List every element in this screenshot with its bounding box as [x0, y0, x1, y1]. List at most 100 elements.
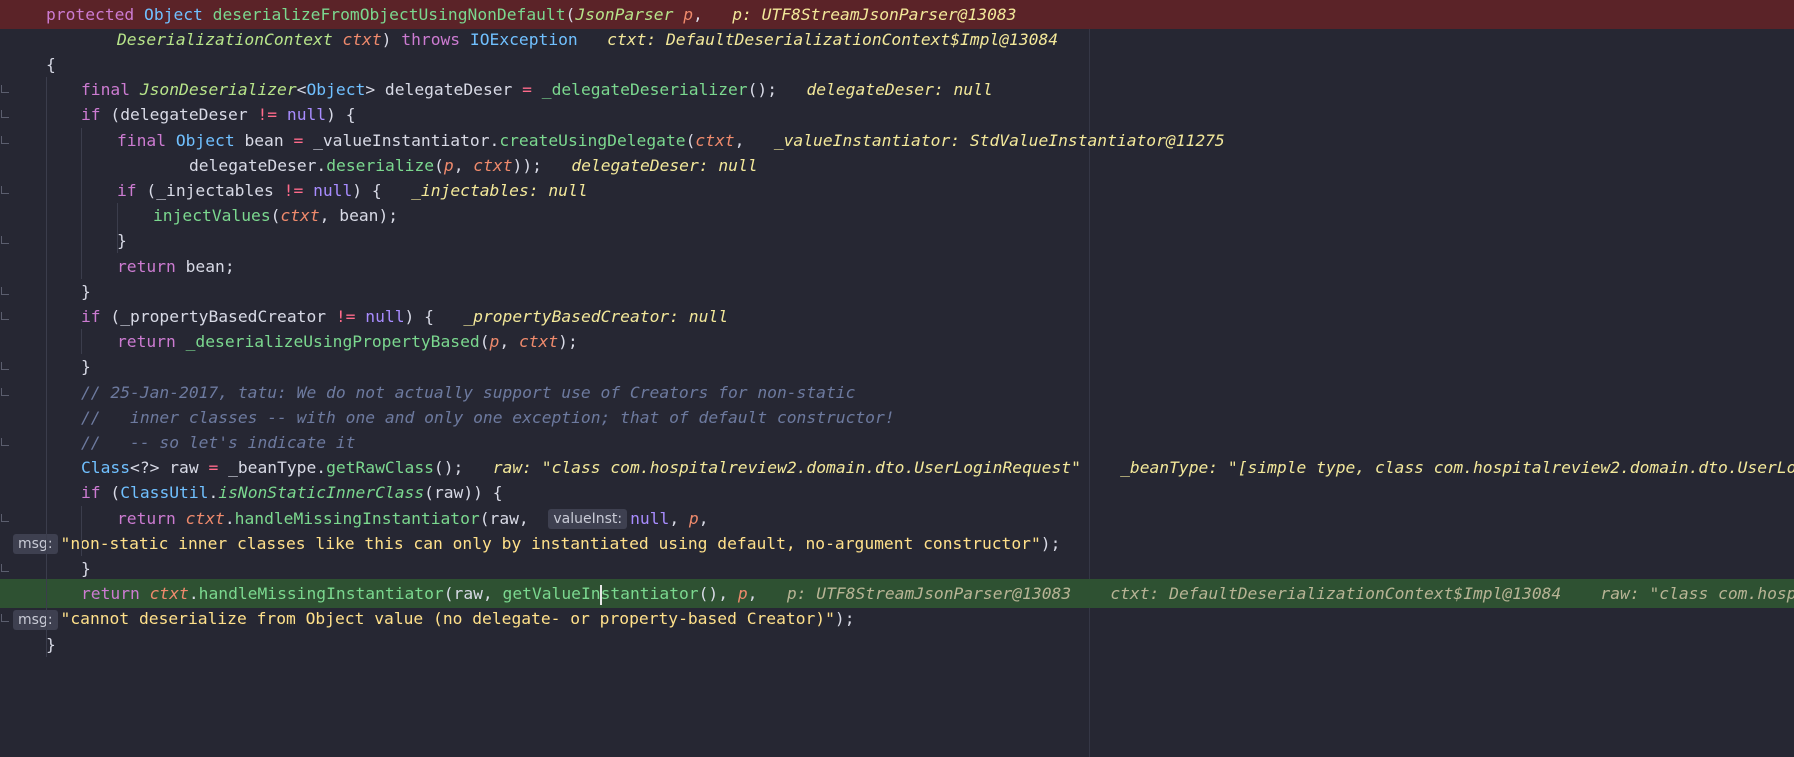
inline-debug-value: delegateDeser: null	[571, 155, 758, 175]
fold-marker-icon[interactable]	[1, 387, 9, 396]
code-token: _beanType.	[228, 458, 327, 478]
code-token: IOException	[469, 29, 578, 49]
code-token: Object	[144, 4, 213, 24]
inline-debug-value: p: UTF8StreamJsonParser@13083	[732, 4, 1017, 24]
code-token: !=	[283, 180, 314, 200]
code-token: ctxt	[185, 508, 225, 528]
code-token: (raw)) {	[424, 483, 503, 503]
code-token: stantiator	[600, 584, 699, 604]
code-token: ,	[499, 332, 519, 352]
code-token: if	[81, 483, 111, 503]
code-token: _delegateDeserializer	[541, 80, 748, 100]
inline-debug-value: raw: "class com.hospitalreview2.domain.d…	[492, 458, 1794, 478]
code-token: .	[224, 508, 235, 528]
code-token: ,	[734, 130, 774, 150]
code-token: bean	[244, 130, 294, 150]
code-token: p	[489, 332, 500, 352]
code-token: }	[81, 357, 91, 377]
code-token: getRawClass	[326, 458, 434, 478]
code-token: =	[208, 458, 229, 478]
code-token: Object	[175, 130, 245, 150]
code-token: (_injectables	[146, 180, 284, 200]
parameter-hint: valueInst:	[548, 509, 628, 529]
parameter-hint: msg:	[13, 534, 58, 555]
code-token: DeserializationContext	[117, 29, 343, 49]
fold-marker-icon[interactable]	[1, 311, 9, 320]
code-token: !=	[257, 105, 287, 125]
code-token: ));	[512, 155, 572, 175]
fold-marker-icon[interactable]	[1, 362, 9, 371]
code-token: deserializeFromObjectUsingNonDefault	[212, 4, 566, 24]
inline-debug-value: _valueInstantiator: StdValueInstantiator…	[773, 130, 1225, 150]
code-comment: // -- so let's indicate it	[81, 432, 356, 452]
fold-marker-icon[interactable]	[1, 437, 9, 446]
code-token: delegateDeser	[384, 80, 523, 100]
fold-marker-icon[interactable]	[1, 236, 9, 245]
indent-guide	[117, 203, 118, 254]
code-token: (	[270, 206, 281, 226]
code-token: handleMissingInstantiator	[234, 508, 480, 528]
code-token: createUsingDelegate	[499, 130, 686, 150]
fold-marker-icon[interactable]	[1, 614, 9, 623]
code-token: final	[117, 130, 176, 150]
fold-marker-icon[interactable]	[1, 563, 9, 572]
code-token: ,	[669, 508, 689, 528]
code-token: ctxt	[342, 29, 382, 49]
code-token: <	[296, 80, 307, 100]
indent-guide	[81, 329, 82, 355]
indent-guide	[81, 505, 82, 556]
code-token: ,	[698, 508, 709, 528]
code-token: null	[286, 105, 327, 125]
code-line[interactable]: }	[0, 630, 1794, 659]
code-token: ,	[453, 155, 474, 175]
code-token: final	[81, 80, 140, 100]
code-token: if	[81, 105, 111, 125]
code-token: )	[381, 29, 402, 49]
code-token: ctxt	[473, 155, 513, 175]
code-token: );	[834, 609, 855, 629]
code-token: !=	[335, 306, 366, 326]
code-token: (	[110, 483, 121, 503]
code-token: Object	[306, 80, 366, 100]
code-token: ctxt	[280, 206, 320, 226]
code-token: (raw,	[479, 508, 549, 528]
code-token: handleMissingInstantiator	[198, 584, 444, 604]
code-comment: // 25-Jan-2017, tatu: We do not actually…	[81, 382, 856, 402]
code-token: {	[46, 54, 56, 74]
code-token: return	[117, 332, 186, 352]
code-token: .	[188, 584, 199, 604]
code-token: JsonParser	[575, 4, 684, 24]
code-token: ClassUtil	[120, 483, 209, 503]
code-token: isNonStaticInnerClass	[218, 483, 425, 503]
fold-marker-icon[interactable]	[1, 286, 9, 295]
code-token: );	[1040, 533, 1061, 553]
code-token: (	[685, 130, 696, 150]
code-token: =	[522, 80, 542, 100]
fold-marker-icon[interactable]	[1, 110, 9, 119]
code-token: ctxt	[149, 584, 189, 604]
code-token: throws	[401, 29, 470, 49]
inline-debug-value: delegateDeser: null	[806, 80, 993, 100]
code-token: JsonDeserializer	[139, 80, 297, 100]
code-token: ();	[433, 458, 493, 478]
fold-marker-icon[interactable]	[1, 135, 9, 144]
code-token: ,	[747, 584, 787, 604]
code-token: null	[630, 508, 670, 528]
code-token: }	[46, 634, 56, 654]
code-token: if	[117, 180, 147, 200]
code-token: ) {	[404, 306, 464, 326]
code-token: (raw,	[443, 584, 503, 604]
indent-guide	[46, 77, 47, 657]
fold-marker-icon[interactable]	[1, 85, 9, 94]
code-token: delegateDeser.	[189, 155, 327, 175]
code-token: _deserializeUsingPropertyBased	[185, 332, 480, 352]
indent-guide	[81, 127, 82, 279]
code-token: null	[365, 306, 405, 326]
code-token: deserialize	[326, 155, 435, 175]
code-token: (delegateDeser	[110, 105, 258, 125]
fold-marker-icon[interactable]	[1, 185, 9, 194]
fold-marker-icon[interactable]	[1, 513, 9, 522]
code-token: >	[365, 80, 385, 100]
code-editor[interactable]: protected Object deserializeFromObjectUs…	[0, 0, 1794, 757]
